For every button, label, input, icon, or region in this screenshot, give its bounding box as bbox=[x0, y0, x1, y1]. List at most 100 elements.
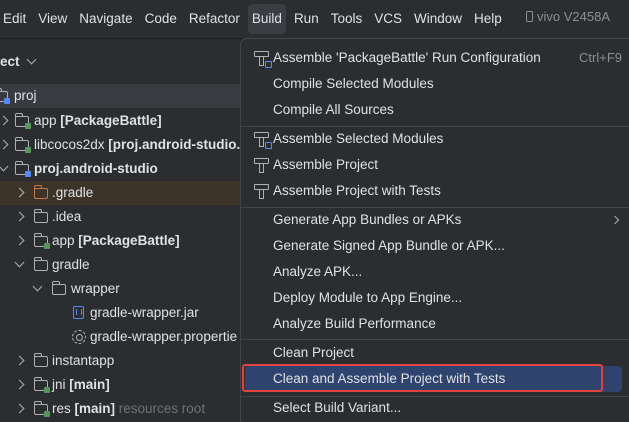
folder-icon bbox=[51, 281, 66, 295]
module-icon bbox=[14, 113, 31, 129]
menu-run[interactable]: Run bbox=[290, 4, 323, 34]
menu-item-assemble-project-with-tests[interactable]: Assemble Project with Tests bbox=[245, 178, 622, 204]
module-icon bbox=[33, 401, 50, 417]
chevron-right-icon[interactable] bbox=[14, 403, 25, 414]
module-icon bbox=[14, 137, 31, 153]
menu-item-label: Compile Selected Modules bbox=[273, 76, 434, 91]
chevron-right-icon[interactable] bbox=[14, 211, 25, 222]
tree-node-label: gradle-wrapper.jar bbox=[90, 305, 199, 320]
menu-build[interactable]: Build bbox=[247, 4, 286, 34]
tree-node-proj[interactable]: proj bbox=[0, 84, 240, 108]
folder-icon bbox=[33, 185, 48, 199]
tree-node-label: proj.android-studio bbox=[34, 161, 158, 176]
hammer-icon bbox=[254, 158, 269, 173]
chevron-right-icon bbox=[610, 215, 620, 225]
menu-item-label: Compile All Sources bbox=[273, 102, 394, 117]
tree-node-module-tag: [PackageBattle] bbox=[60, 113, 162, 128]
tree-node-gradle[interactable]: gradle bbox=[0, 253, 240, 277]
tree-node-label: .gradle bbox=[52, 185, 94, 200]
tree-node-label: app bbox=[52, 233, 79, 248]
menu-item-shortcut: Ctrl+F9 bbox=[579, 50, 622, 65]
menu-item-clean-and-assemble[interactable]: Clean and Assemble Project with Tests bbox=[245, 366, 622, 392]
device-label: vivo V2458A bbox=[537, 9, 610, 24]
menu-item-label: Deploy Module to App Engine... bbox=[273, 290, 463, 305]
tree-node-wrapper[interactable]: wrapper bbox=[0, 277, 240, 301]
chevron-right-icon[interactable] bbox=[14, 355, 25, 366]
tree-node-label: gradle bbox=[52, 257, 90, 272]
device-selector[interactable]: vivo V2458A bbox=[526, 9, 610, 24]
menu-tools[interactable]: Tools bbox=[327, 4, 367, 34]
hammer-icon bbox=[254, 132, 272, 149]
menu-item-assemble-run-config[interactable]: Assemble 'PackageBattle' Run Configurati… bbox=[245, 45, 622, 71]
tree-node-app-sub[interactable]: app [PackageBattle] bbox=[0, 229, 240, 253]
tree-node-label: .idea bbox=[52, 209, 82, 224]
tree-node-label: wrapper bbox=[71, 281, 120, 296]
menu-item-label: Generate App Bundles or APKs bbox=[273, 212, 462, 227]
chevron-right-icon[interactable] bbox=[14, 379, 25, 390]
folder-icon bbox=[33, 209, 48, 223]
project-panel: ect proj app [PackageBattle] libcocos2dx… bbox=[0, 38, 240, 422]
menu-help[interactable]: Help bbox=[470, 4, 506, 34]
menu-item-analyze-apk[interactable]: Analyze APK... bbox=[245, 259, 622, 285]
tree-node-proj-android-studio[interactable]: proj.android-studio bbox=[0, 157, 240, 181]
menu-item-assemble-selected-modules[interactable]: Assemble Selected Modules bbox=[245, 126, 622, 152]
tree-node-module-tag: [PackageBattle] bbox=[78, 233, 180, 248]
tree-node-module-tag: [proj.android-studio.l bbox=[108, 137, 240, 152]
menu-item-generate-signed-bundle[interactable]: Generate Signed App Bundle or APK... bbox=[245, 233, 622, 259]
menu-vcs[interactable]: VCS bbox=[370, 4, 406, 34]
chevron-down-icon[interactable] bbox=[0, 161, 9, 172]
module-icon bbox=[14, 161, 31, 177]
menu-item-label: Assemble Project bbox=[273, 157, 379, 172]
tree-node-gradle-wrapper-jar[interactable]: gradle-wrapper.jar bbox=[0, 301, 240, 325]
tree-node-label: res bbox=[52, 401, 75, 416]
folder-icon bbox=[33, 353, 48, 367]
tree-node-jni[interactable]: jni [main] bbox=[0, 373, 240, 397]
tree-node-app[interactable]: app [PackageBattle] bbox=[0, 109, 240, 133]
menu-item-deploy-app-engine[interactable]: Deploy Module to App Engine... bbox=[245, 285, 622, 311]
tree-node-label: gradle-wrapper.propertie bbox=[90, 329, 238, 344]
menu-item-compile-selected-modules[interactable]: Compile Selected Modules bbox=[245, 71, 622, 97]
menu-window[interactable]: Window bbox=[410, 4, 466, 34]
phone-icon bbox=[526, 11, 533, 22]
menu-item-assemble-project[interactable]: Assemble Project bbox=[245, 152, 622, 178]
tree-node-label: proj bbox=[14, 88, 37, 103]
gear-icon bbox=[72, 330, 86, 344]
menu-item-compile-all-sources[interactable]: Compile All Sources bbox=[245, 97, 622, 123]
tree-node-libcocos2dx[interactable]: libcocos2dx [proj.android-studio.l bbox=[0, 133, 240, 157]
menu-item-select-build-variant[interactable]: Select Build Variant... bbox=[245, 395, 622, 421]
folder-icon bbox=[33, 257, 48, 271]
menu-item-clean-project[interactable]: Clean Project bbox=[245, 340, 622, 366]
hammer-icon bbox=[254, 184, 269, 199]
chevron-down-icon[interactable] bbox=[14, 257, 25, 268]
menu-navigate[interactable]: Navigate bbox=[75, 4, 136, 34]
tree-node-label: app bbox=[34, 113, 61, 128]
chevron-down-icon[interactable] bbox=[32, 281, 43, 292]
chevron-right-icon[interactable] bbox=[14, 187, 25, 198]
chevron-right-icon[interactable] bbox=[14, 235, 25, 246]
tree-node-dot-gradle[interactable]: .gradle bbox=[0, 181, 240, 205]
chevron-right-icon[interactable] bbox=[0, 115, 9, 126]
module-icon bbox=[33, 233, 50, 249]
tree-node-instantapp[interactable]: instantapp bbox=[0, 349, 240, 373]
module-icon bbox=[0, 88, 10, 104]
chevron-right-icon[interactable] bbox=[0, 139, 9, 150]
tree-node-hint: resources root bbox=[118, 401, 206, 416]
hammer-icon bbox=[254, 51, 272, 68]
menu-item-generate-app-bundles[interactable]: Generate App Bundles or APKs bbox=[245, 207, 622, 233]
menu-refactor[interactable]: Refactor bbox=[185, 4, 244, 34]
menu-view[interactable]: View bbox=[34, 4, 71, 34]
menu-code[interactable]: Code bbox=[141, 4, 181, 34]
menu-item-analyze-build-performance[interactable]: Analyze Build Performance bbox=[245, 311, 622, 337]
menu-item-label: Clean Project bbox=[273, 345, 355, 360]
project-view-selector[interactable]: ect bbox=[0, 47, 36, 77]
tree-node-res[interactable]: res [main] resources root bbox=[0, 397, 240, 421]
menu-item-label: Generate Signed App Bundle or APK... bbox=[273, 238, 505, 253]
menu-item-label: Assemble 'PackageBattle' Run Configurati… bbox=[273, 50, 541, 65]
tree-node-label: instantapp bbox=[52, 353, 115, 368]
menu-edit[interactable]: Edit bbox=[0, 4, 30, 34]
chevron-down-icon bbox=[26, 54, 36, 65]
tree-node-idea[interactable]: .idea bbox=[0, 205, 240, 229]
menu-item-label: Analyze Build Performance bbox=[273, 316, 436, 331]
menu-item-label: Assemble Project with Tests bbox=[273, 183, 441, 198]
tree-node-gradle-wrapper-properties[interactable]: gradle-wrapper.propertie bbox=[0, 325, 240, 349]
